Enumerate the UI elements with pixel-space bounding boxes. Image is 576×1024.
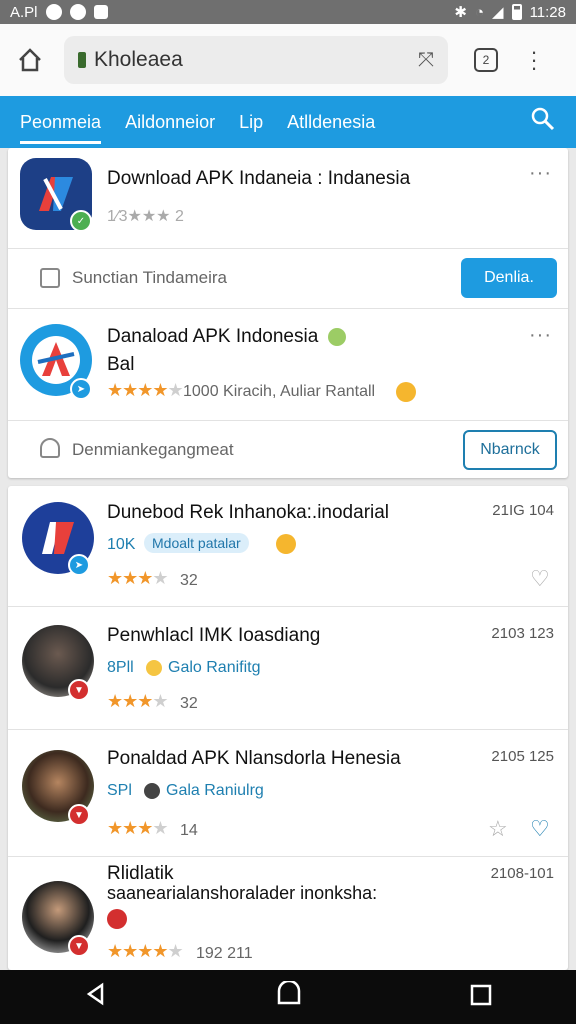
tag-pill: Mdoalt patalar	[144, 533, 249, 553]
rating-stars: ★★★★	[107, 818, 169, 838]
footer-text: Sunctian Tindameira	[72, 268, 227, 287]
store-icon	[40, 438, 60, 458]
share-icon[interactable]: ☆	[488, 816, 508, 842]
url-text: Kholeaea	[94, 48, 183, 71]
app-date: 2103 123	[491, 625, 554, 642]
avatar-small-icon	[144, 783, 160, 799]
overflow-menu-icon[interactable]: ···	[529, 324, 552, 347]
rating-stars: ★★★★★	[107, 941, 184, 961]
rating-stars: ★★★★	[107, 691, 169, 711]
recents-icon[interactable]	[470, 982, 492, 1013]
app-downloads: 10K	[107, 536, 136, 553]
nav-tab-1[interactable]: Peonmeia	[20, 96, 102, 148]
featured-card: ✓ Download APK Indaneia : Indanesia 1⁄3★…	[8, 148, 568, 478]
app-subtitle: Bal	[107, 354, 135, 375]
translate-icon[interactable]: ⤧	[418, 49, 434, 72]
app-title[interactable]: Danaload APK Indonesia	[107, 326, 318, 348]
favorite-icon[interactable]: ♡	[530, 816, 550, 842]
battery-icon	[511, 4, 522, 20]
overflow-menu-icon[interactable]: ···	[529, 162, 552, 185]
divider	[8, 420, 568, 421]
play-badge-icon: ▼	[68, 679, 90, 701]
emoji-icon	[276, 534, 296, 554]
app-title-line2: saanearialanshoralader inonksha:	[107, 883, 378, 903]
app-title: Ponaldad APK Nlansdorla Henesia	[107, 748, 401, 769]
status-bar: A.Pl ✱ ◔ ◢ 11:28	[0, 0, 576, 24]
rating-count: 14	[180, 822, 198, 839]
bluetooth-icon: ✱	[454, 4, 467, 21]
signal-icon: ◢	[492, 4, 504, 21]
search-icon[interactable]	[530, 106, 556, 139]
app-category: Galo Ranifitg	[168, 659, 261, 676]
divider	[8, 248, 568, 249]
address-bar[interactable]: Kholeaea ⤧	[64, 36, 448, 84]
rating-count: 32	[180, 695, 198, 712]
app-downloads: SPl	[107, 782, 132, 799]
rating-count: 32	[180, 572, 198, 589]
download-button[interactable]: Denlia.	[461, 258, 557, 298]
install-button[interactable]: Nbarnck	[463, 430, 557, 470]
list-item[interactable]: ▼ Penwhlacl IMK Ioasdiang 2103 123 8Pll …	[8, 607, 568, 729]
footer-text: Denmiankegangmeat	[72, 440, 234, 459]
verified-badge-icon: ➤	[68, 554, 90, 576]
verified-badge-icon: ➤	[70, 378, 92, 400]
app-title: Dunebod Rek Inhanoka:.inodarial	[107, 502, 390, 523]
coin-icon	[146, 660, 162, 676]
app-title: Penwhlacl IMK Ioasdiang	[107, 625, 321, 646]
rating-stars: ★★★★★	[107, 380, 184, 400]
tab-count: 2	[482, 53, 490, 67]
list-item[interactable]: ▼ Rlidlatik saanearialanshoralader inonk…	[8, 857, 568, 970]
system-nav-bar	[0, 970, 576, 1024]
app-date: 21IG 104	[492, 502, 554, 519]
play-badge-icon: ▼	[68, 935, 90, 957]
clock: 11:28	[529, 3, 566, 21]
app-date: 2105 125	[491, 748, 554, 765]
lock-icon	[78, 52, 86, 68]
verified-icon	[328, 328, 346, 346]
more-menu-icon[interactable]: · · ·	[524, 41, 544, 79]
nav-tab-3[interactable]: Lip	[239, 96, 263, 148]
rating-count: 192 211	[196, 945, 253, 962]
back-icon[interactable]	[84, 982, 108, 1013]
emoji-icon	[396, 382, 416, 402]
nav-tab-4[interactable]: Atlldenesia	[287, 96, 375, 148]
app-rating: 1⁄3★★★ 2	[107, 208, 184, 225]
bag-icon	[40, 268, 60, 288]
app-meta: 1000 Kiracih, Auliar Rantall	[183, 383, 376, 400]
play-badge-icon: ▼	[68, 804, 90, 826]
app-category: Gala Raniulrg	[166, 782, 264, 799]
list-item[interactable]: ➤ Dunebod Rek Inhanoka:.inodarial 21IG 1…	[8, 486, 568, 606]
app-date: 2108-101	[490, 865, 554, 882]
app-downloads: 8Pll	[107, 659, 134, 676]
notification-icon	[45, 4, 62, 20]
app-list: ➤ Dunebod Rek Inhanoka:.inodarial 21IG 1…	[8, 486, 568, 970]
home-button[interactable]	[10, 40, 50, 80]
favorite-icon[interactable]: ♡	[530, 566, 550, 592]
tabs-button[interactable]: 2	[474, 48, 498, 72]
nav-tab-2[interactable]: Aildonneior	[125, 96, 215, 148]
wifi-icon: ◔	[474, 3, 485, 21]
app-title: Rlidlatik	[107, 863, 174, 884]
home-nav-icon[interactable]	[276, 979, 302, 1014]
verified-badge-icon: ✓	[70, 210, 92, 232]
category-nav: Peonmeia Aildonneior Lip Atlldenesia	[0, 96, 576, 148]
divider	[8, 308, 568, 309]
app-title[interactable]: Download APK Indaneia : Indanesia	[107, 168, 410, 190]
browser-toolbar: Kholeaea ⤧ 2 · · ·	[0, 24, 576, 96]
list-item[interactable]: ▼ Ponaldad APK Nlansdorla Henesia 2105 1…	[8, 730, 568, 856]
image-icon	[93, 5, 108, 19]
home-icon	[19, 48, 41, 72]
rating-stars: ★★★★	[107, 568, 169, 588]
record-icon	[107, 909, 127, 929]
carrier-text: A.Pl	[10, 3, 38, 21]
chat-icon	[69, 4, 86, 20]
